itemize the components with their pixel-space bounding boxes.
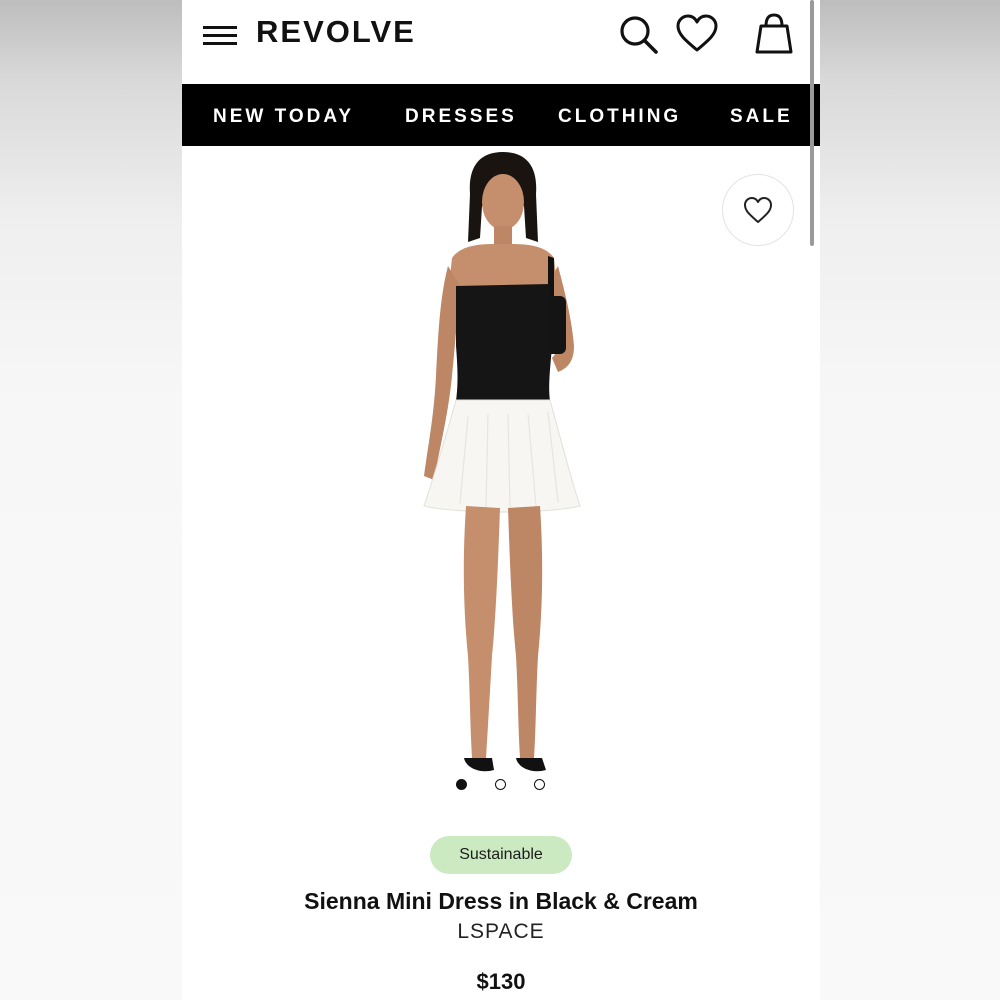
hamburger-menu-icon[interactable] <box>203 24 237 48</box>
product-image-carousel[interactable] <box>182 146 820 806</box>
page-scrollbar[interactable] <box>810 0 814 246</box>
nav-item-dresses[interactable]: DRESSES <box>405 106 517 128</box>
search-icon[interactable] <box>616 12 660 56</box>
nav-item-sale[interactable]: SALE <box>730 106 793 128</box>
product-photo-model <box>423 152 581 772</box>
nav-item-new-today[interactable]: NEW TODAY <box>213 106 354 128</box>
mobile-page: REVOLVE NEW TODAY DRESSES CLOTHING SALE <box>182 0 820 1000</box>
category-nav: NEW TODAY DRESSES CLOTHING SALE <box>182 84 820 146</box>
blurred-background-right <box>820 0 1000 1000</box>
carousel-dot[interactable] <box>456 779 467 790</box>
sustainable-badge: Sustainable <box>430 836 572 874</box>
shopping-bag-icon[interactable] <box>752 12 796 56</box>
site-header: REVOLVE <box>182 0 820 84</box>
carousel-pagination <box>182 778 820 792</box>
blurred-background-left <box>0 0 182 1000</box>
heart-icon[interactable] <box>675 12 719 56</box>
product-brand[interactable]: LSPACE <box>182 920 820 944</box>
nav-item-clothing[interactable]: CLOTHING <box>558 106 681 128</box>
product-title: Sienna Mini Dress in Black & Cream <box>304 888 698 914</box>
product-price: $130 <box>476 969 526 994</box>
heart-icon <box>744 197 772 223</box>
carousel-dot[interactable] <box>534 779 545 790</box>
carousel-dot[interactable] <box>495 779 506 790</box>
add-to-wishlist-button[interactable] <box>722 174 794 246</box>
site-logo[interactable]: REVOLVE <box>256 14 416 50</box>
